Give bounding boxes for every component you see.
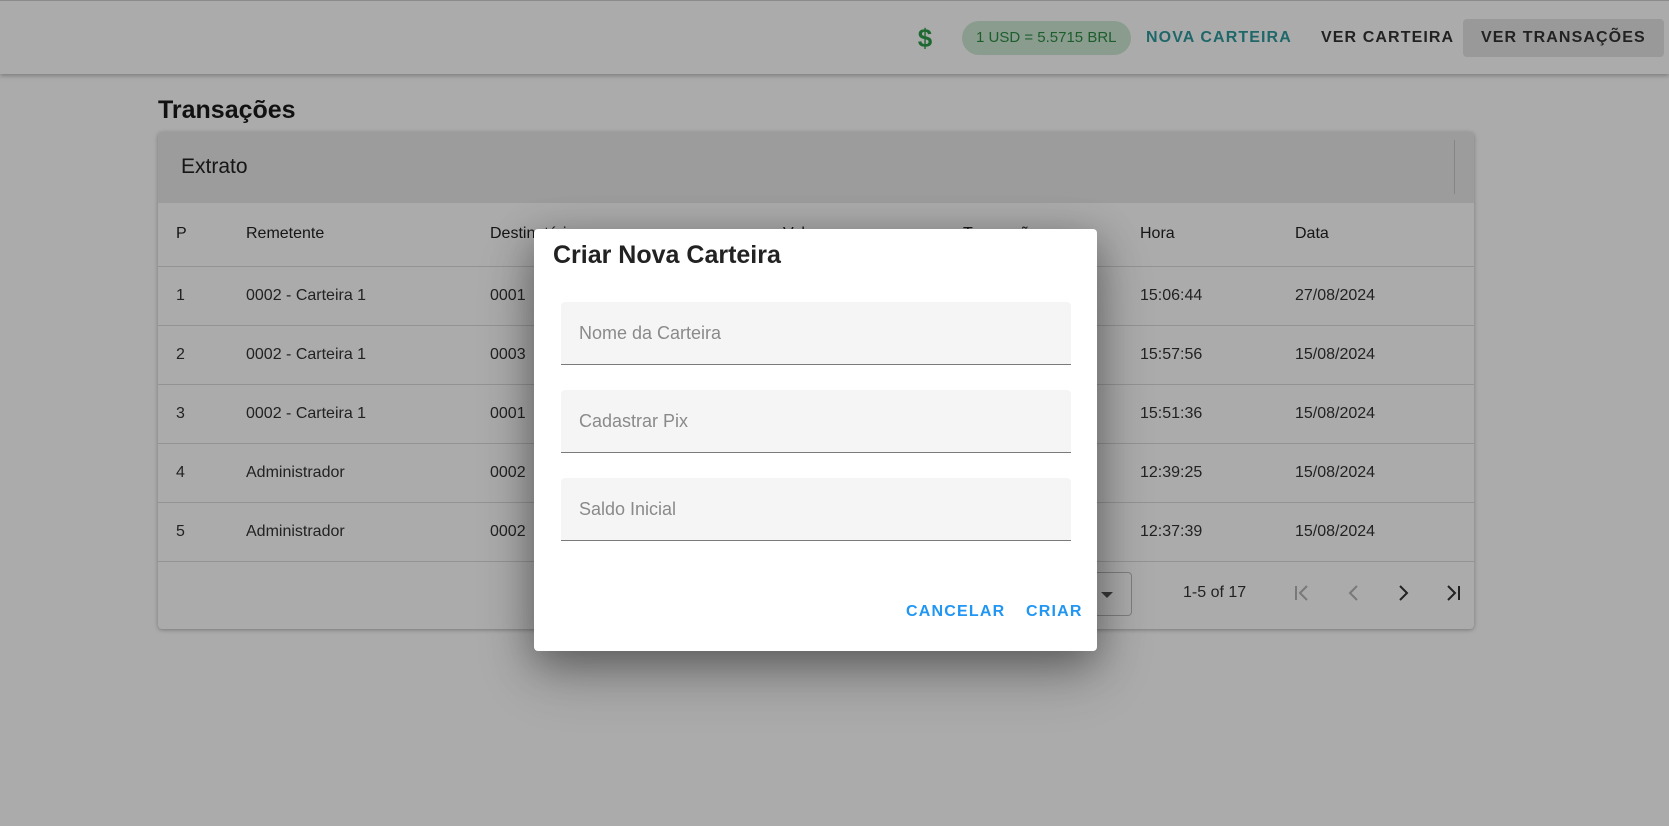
wallet-name-input[interactable] <box>561 302 1071 364</box>
initial-balance-field <box>561 478 1071 541</box>
pix-key-field <box>561 390 1071 453</box>
pix-key-input[interactable] <box>561 390 1071 452</box>
initial-balance-input[interactable] <box>561 478 1071 540</box>
create-wallet-dialog: Criar Nova Carteira CANCELAR CRIAR <box>534 229 1097 651</box>
wallet-name-field <box>561 302 1071 365</box>
create-button[interactable]: CRIAR <box>1026 603 1083 621</box>
cancel-button[interactable]: CANCELAR <box>906 603 1005 621</box>
dialog-title: Criar Nova Carteira <box>553 241 781 269</box>
